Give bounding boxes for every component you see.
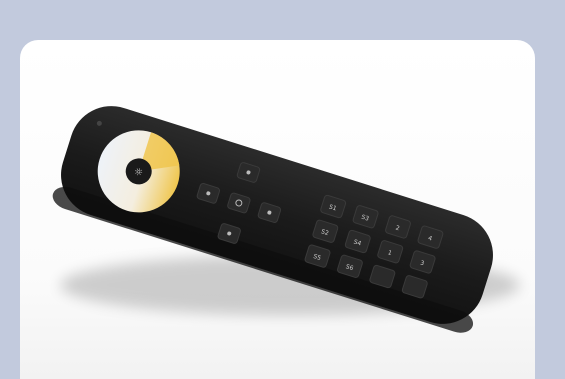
remote-illustration: ☼ S1 S3 2 4 S2 S4 1 3 S5 S6 <box>52 106 520 333</box>
photo-frame: ☼ S1 S3 2 4 S2 S4 1 3 S5 S6 <box>0 0 565 379</box>
photo-card: ☼ S1 S3 2 4 S2 S4 1 3 S5 S6 <box>20 40 535 379</box>
